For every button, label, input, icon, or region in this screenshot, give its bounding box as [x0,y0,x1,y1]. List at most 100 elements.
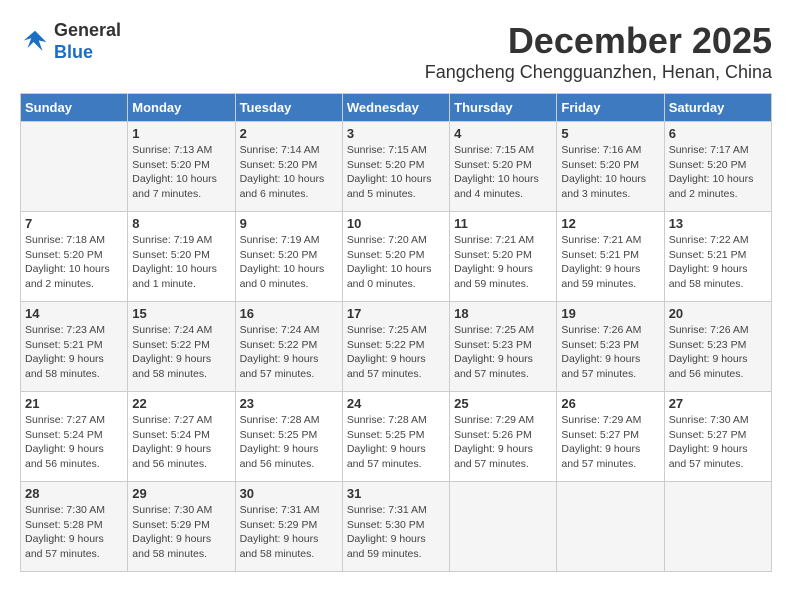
day-info: Sunrise: 7:30 AMSunset: 5:29 PMDaylight:… [132,503,230,562]
day-info: Sunrise: 7:20 AMSunset: 5:20 PMDaylight:… [347,233,445,292]
calendar-day-cell: 13 Sunrise: 7:22 AMSunset: 5:21 PMDayligh… [664,212,771,302]
calendar-day-cell: 20 Sunrise: 7:26 AMSunset: 5:23 PMDayligh… [664,302,771,392]
calendar-body: 1 Sunrise: 7:13 AMSunset: 5:20 PMDaylight… [21,122,772,572]
calendar-week-row: 21 Sunrise: 7:27 AMSunset: 5:24 PMDayligh… [21,392,772,482]
calendar-day-cell: 4 Sunrise: 7:15 AMSunset: 5:20 PMDaylight… [450,122,557,212]
calendar-day-cell: 18Sunrise: 7:25 AMSunset: 5:23 PMDayligh… [450,302,557,392]
day-number: 27 [669,396,767,411]
day-info: Sunrise: 7:30 AMSunset: 5:28 PMDaylight:… [25,503,123,562]
calendar-day-cell: 1 Sunrise: 7:13 AMSunset: 5:20 PMDaylight… [128,122,235,212]
day-number: 30 [240,486,338,501]
day-number: 13 [669,216,767,231]
day-number: 2 [240,126,338,141]
day-number: 18 [454,306,552,321]
calendar-day-cell: 30 Sunrise: 7:31 AMSunset: 5:29 PMDayligh… [235,482,342,572]
day-info: Sunrise: 7:22 AMSunset: 5:21 PMDaylight:… [669,233,767,292]
calendar-day-cell: 11 Sunrise: 7:21 AMSunset: 5:20 PMDayligh… [450,212,557,302]
day-number: 3 [347,126,445,141]
day-info: Sunrise: 7:27 AMSunset: 5:24 PMDaylight:… [132,413,230,472]
day-info: Sunrise: 7:28 AMSunset: 5:25 PMDaylight:… [347,413,445,472]
day-number: 15 [132,306,230,321]
page-header: General Blue December 2025 Fangcheng Che… [20,20,772,83]
day-info: Sunrise: 7:19 AMSunset: 5:20 PMDaylight:… [132,233,230,292]
calendar-day-cell: 7Sunrise: 7:18 AMSunset: 5:20 PMDaylight… [21,212,128,302]
weekday-header-cell: Saturday [664,94,771,122]
day-info: Sunrise: 7:16 AMSunset: 5:20 PMDaylight:… [561,143,659,202]
day-info: Sunrise: 7:26 AMSunset: 5:23 PMDaylight:… [669,323,767,382]
calendar-day-cell: 15 Sunrise: 7:24 AMSunset: 5:22 PMDayligh… [128,302,235,392]
day-number: 10 [347,216,445,231]
weekday-header-row: SundayMondayTuesdayWednesdayThursdayFrid… [21,94,772,122]
day-info: Sunrise: 7:15 AMSunset: 5:20 PMDaylight:… [454,143,552,202]
day-number: 22 [132,396,230,411]
calendar-table: SundayMondayTuesdayWednesdayThursdayFrid… [20,93,772,572]
calendar-day-cell [557,482,664,572]
day-info: Sunrise: 7:19 AMSunset: 5:20 PMDaylight:… [240,233,338,292]
day-number: 23 [240,396,338,411]
day-number: 29 [132,486,230,501]
day-number: 8 [132,216,230,231]
calendar-week-row: 14Sunrise: 7:23 AMSunset: 5:21 PMDayligh… [21,302,772,392]
logo: General Blue [20,20,121,63]
day-info: Sunrise: 7:31 AMSunset: 5:29 PMDaylight:… [240,503,338,562]
day-info: Sunrise: 7:29 AMSunset: 5:26 PMDaylight:… [454,413,552,472]
calendar-week-row: 1 Sunrise: 7:13 AMSunset: 5:20 PMDaylight… [21,122,772,212]
day-info: Sunrise: 7:26 AMSunset: 5:23 PMDaylight:… [561,323,659,382]
day-number: 25 [454,396,552,411]
day-number: 26 [561,396,659,411]
day-number: 16 [240,306,338,321]
weekday-header-cell: Sunday [21,94,128,122]
day-info: Sunrise: 7:24 AMSunset: 5:22 PMDaylight:… [132,323,230,382]
day-number: 4 [454,126,552,141]
calendar-day-cell: 16 Sunrise: 7:24 AMSunset: 5:22 PMDayligh… [235,302,342,392]
calendar-day-cell: 27 Sunrise: 7:30 AMSunset: 5:27 PMDayligh… [664,392,771,482]
day-number: 20 [669,306,767,321]
location-title: Fangcheng Chengguanzhen, Henan, China [425,62,772,83]
calendar-day-cell [21,122,128,212]
calendar-day-cell: 8 Sunrise: 7:19 AMSunset: 5:20 PMDaylight… [128,212,235,302]
day-number: 6 [669,126,767,141]
weekday-header-cell: Monday [128,94,235,122]
day-number: 1 [132,126,230,141]
day-number: 21 [25,396,123,411]
day-info: Sunrise: 7:14 AMSunset: 5:20 PMDaylight:… [240,143,338,202]
calendar-week-row: 7Sunrise: 7:18 AMSunset: 5:20 PMDaylight… [21,212,772,302]
day-info: Sunrise: 7:31 AMSunset: 5:30 PMDaylight:… [347,503,445,562]
logo-text: General Blue [54,20,121,63]
calendar-day-cell: 9 Sunrise: 7:19 AMSunset: 5:20 PMDaylight… [235,212,342,302]
day-info: Sunrise: 7:29 AMSunset: 5:27 PMDaylight:… [561,413,659,472]
day-info: Sunrise: 7:21 AMSunset: 5:20 PMDaylight:… [454,233,552,292]
logo-line1: General [54,20,121,40]
calendar-day-cell: 19 Sunrise: 7:26 AMSunset: 5:23 PMDayligh… [557,302,664,392]
calendar-day-cell: 31 Sunrise: 7:31 AMSunset: 5:30 PMDayligh… [342,482,449,572]
calendar-day-cell: 24Sunrise: 7:28 AMSunset: 5:25 PMDayligh… [342,392,449,482]
calendar-day-cell: 26 Sunrise: 7:29 AMSunset: 5:27 PMDayligh… [557,392,664,482]
day-info: Sunrise: 7:23 AMSunset: 5:21 PMDaylight:… [25,323,123,382]
calendar-day-cell: 22 Sunrise: 7:27 AMSunset: 5:24 PMDayligh… [128,392,235,482]
day-info: Sunrise: 7:13 AMSunset: 5:20 PMDaylight:… [132,143,230,202]
calendar-day-cell: 21 Sunrise: 7:27 AMSunset: 5:24 PMDayligh… [21,392,128,482]
day-number: 5 [561,126,659,141]
calendar-day-cell: 28Sunrise: 7:30 AMSunset: 5:28 PMDayligh… [21,482,128,572]
calendar-day-cell: 29 Sunrise: 7:30 AMSunset: 5:29 PMDayligh… [128,482,235,572]
day-number: 12 [561,216,659,231]
day-info: Sunrise: 7:24 AMSunset: 5:22 PMDaylight:… [240,323,338,382]
calendar-day-cell: 23Sunrise: 7:28 AMSunset: 5:25 PMDayligh… [235,392,342,482]
day-info: Sunrise: 7:27 AMSunset: 5:24 PMDaylight:… [25,413,123,472]
day-number: 9 [240,216,338,231]
day-number: 7 [25,216,123,231]
weekday-header-cell: Thursday [450,94,557,122]
day-info: Sunrise: 7:25 AMSunset: 5:22 PMDaylight:… [347,323,445,382]
day-number: 19 [561,306,659,321]
day-number: 11 [454,216,552,231]
calendar-day-cell: 25 Sunrise: 7:29 AMSunset: 5:26 PMDayligh… [450,392,557,482]
calendar-day-cell: 10 Sunrise: 7:20 AMSunset: 5:20 PMDayligh… [342,212,449,302]
day-number: 17 [347,306,445,321]
logo-line2: Blue [54,42,93,62]
calendar-week-row: 28Sunrise: 7:30 AMSunset: 5:28 PMDayligh… [21,482,772,572]
weekday-header-cell: Friday [557,94,664,122]
title-section: December 2025 Fangcheng Chengguanzhen, H… [425,20,772,83]
weekday-header-cell: Tuesday [235,94,342,122]
day-number: 31 [347,486,445,501]
day-info: Sunrise: 7:30 AMSunset: 5:27 PMDaylight:… [669,413,767,472]
